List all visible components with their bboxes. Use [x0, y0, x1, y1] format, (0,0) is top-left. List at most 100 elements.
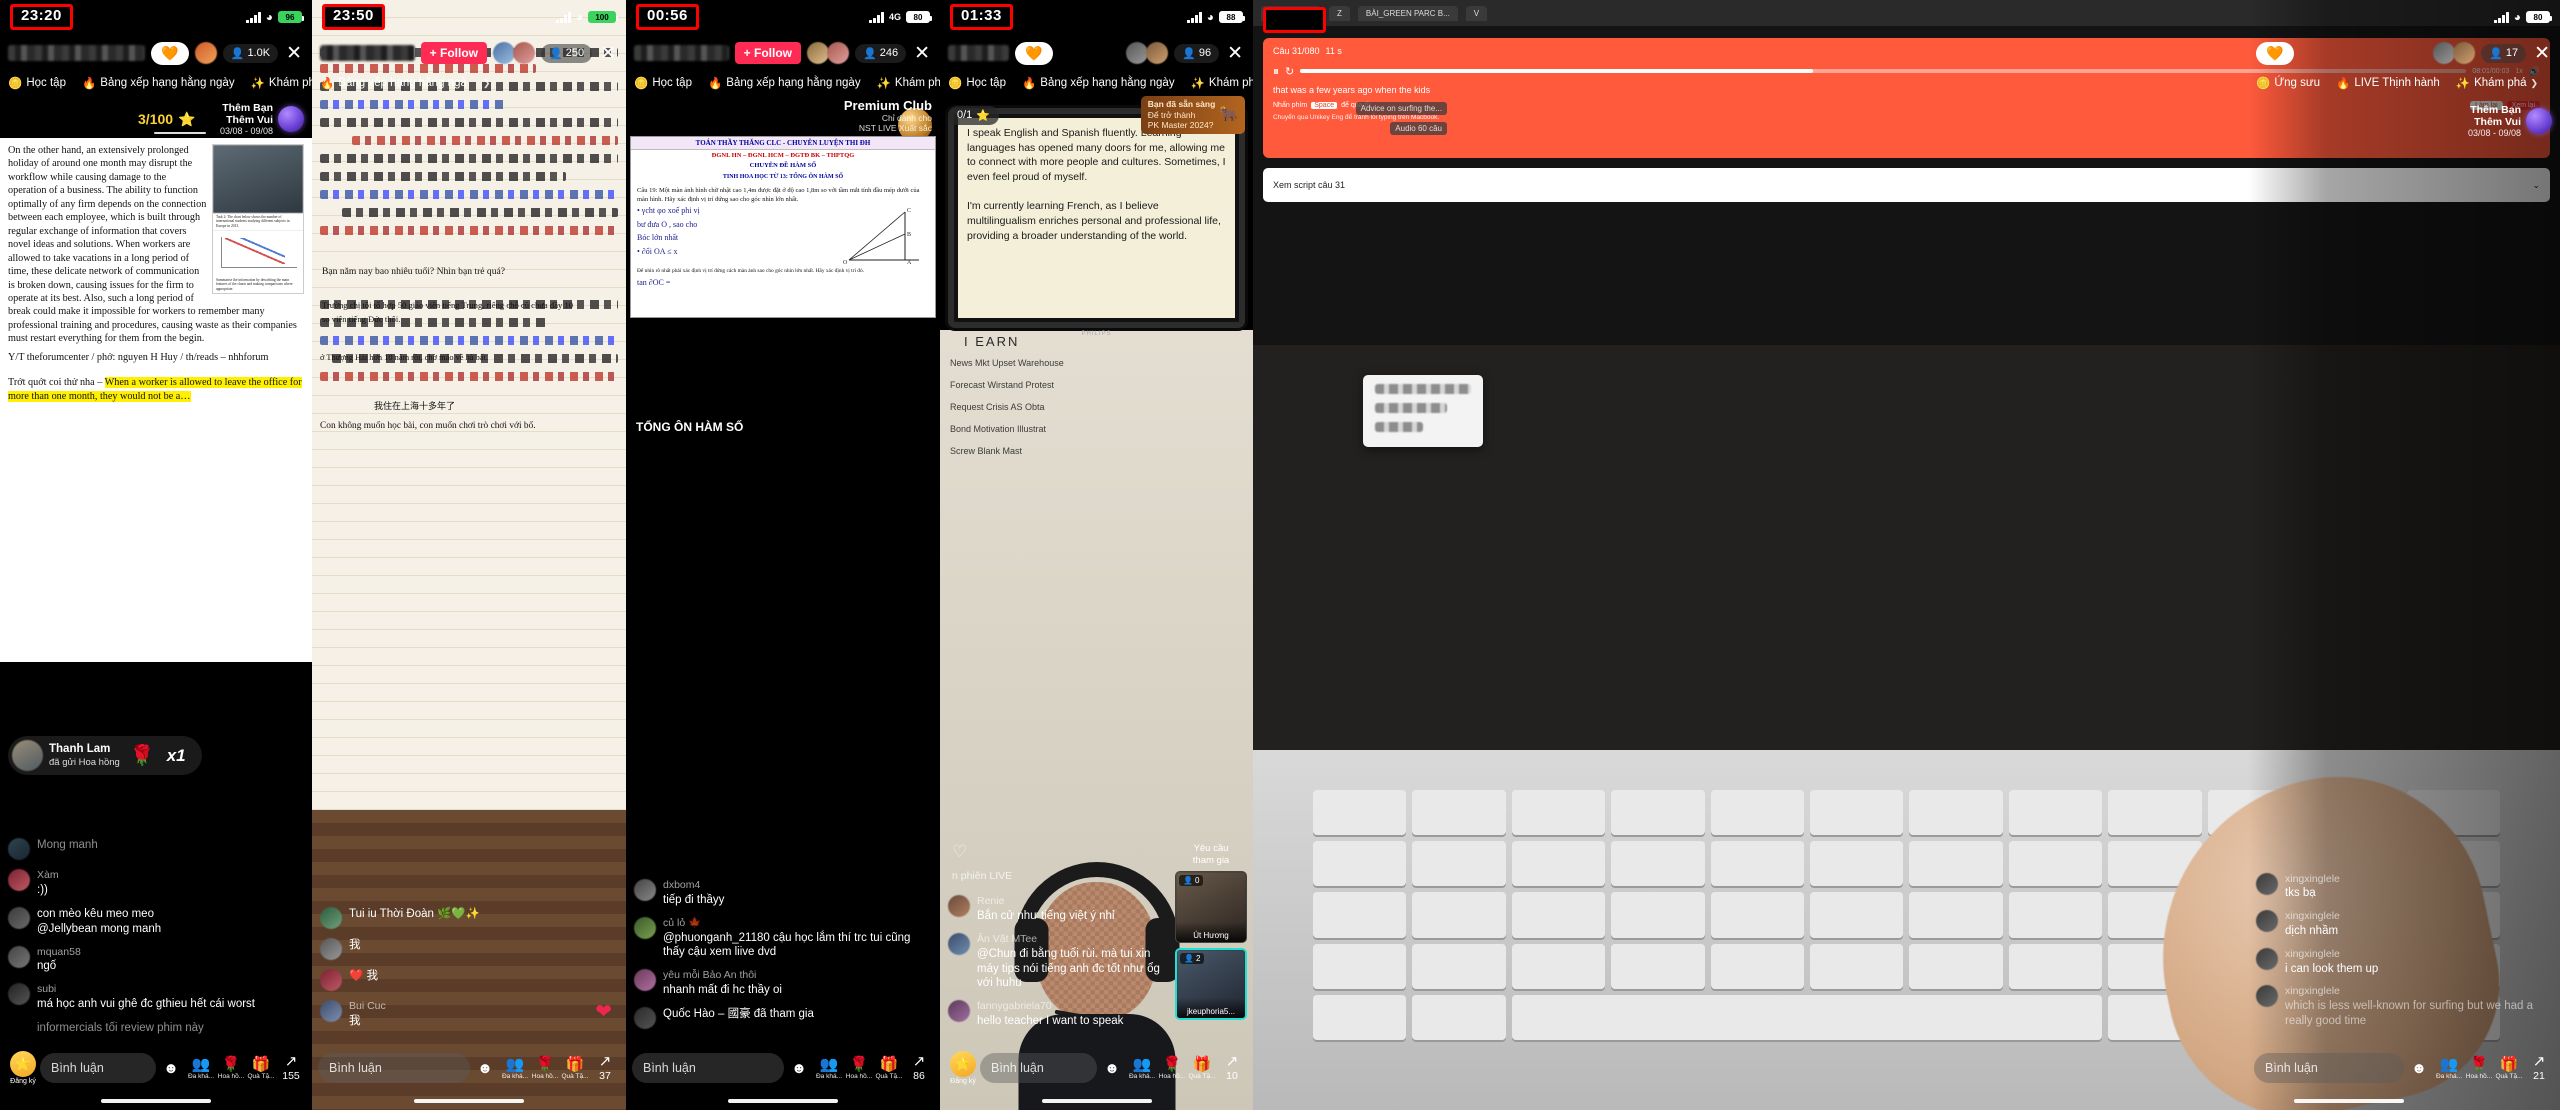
tag-ranking-4[interactable]: 🔥 Bảng xếp hạng hằng ngày	[1022, 76, 1175, 90]
task-progress-1[interactable]: 3/100 ⭐	[138, 111, 206, 134]
home-indicator	[414, 1099, 524, 1103]
viewer-avatar[interactable]	[513, 42, 536, 64]
viewer-avatar[interactable]	[2433, 42, 2456, 64]
gift-icon[interactable]: 🎁 Quà Tặ...	[246, 1057, 276, 1080]
rose-gift-icon[interactable]: 🌹 Hoa hồ...	[216, 1057, 246, 1080]
viewer-count-2[interactable]: 👤 250	[541, 43, 593, 63]
viewer-avatar[interactable]	[1146, 42, 1169, 64]
browser-tab-1[interactable]: Z	[1329, 5, 1350, 21]
smiley-icon[interactable]: ☻	[2404, 1061, 2434, 1076]
gift-icon[interactable]: 🎁 Quà Tặ...	[1187, 1057, 1217, 1080]
tag-explore-4[interactable]: ✨Khám phá❯	[1191, 76, 1253, 90]
premium-line2: NST LIVE Xuất sắc	[858, 123, 932, 133]
task-row-1: 3/100 ⭐ Thêm Bạn Thêm Vui 03/08 - 09/08	[0, 98, 312, 140]
comment-input-1[interactable]: Bình luận	[40, 1053, 156, 1083]
viewer-avatar[interactable]	[194, 42, 217, 64]
share-icon[interactable]: ↗ 155	[276, 1054, 306, 1082]
gift-icon[interactable]: 🎁 Quà Tặ...	[874, 1057, 904, 1080]
comment-input-5[interactable]: Bình luận	[2254, 1053, 2404, 1083]
viewer-avatar[interactable]	[2453, 42, 2476, 64]
event-badge-5[interactable]: Thêm Bạn Thêm Vui 03/08 - 09/08	[2468, 104, 2552, 138]
follow-button-2[interactable]: + Follow	[420, 42, 488, 64]
viewer-count-1[interactable]: 👤 1.0K	[222, 43, 279, 63]
viewer-count-4[interactable]: 👤 96	[1174, 43, 1220, 63]
close-icon[interactable]: ✕	[912, 44, 932, 63]
pk-progress-pill[interactable]: 0/1 ⭐	[948, 105, 999, 125]
rose-gift-icon[interactable]: 🌹 Hoa hồ...	[530, 1057, 560, 1080]
follow-heart-button[interactable]: 🧡	[150, 41, 189, 65]
smiley-icon[interactable]: ☻	[470, 1061, 500, 1076]
comment-input-4[interactable]: Bình luận	[980, 1053, 1097, 1083]
share-icon[interactable]: ↗ 21	[2524, 1054, 2554, 1082]
viewers-icon[interactable]: 👥 Đa khá...	[814, 1057, 844, 1080]
rose-gift-icon[interactable]: 🌹 Hoa hồ...	[1157, 1057, 1187, 1080]
viewer-avatar[interactable]	[1126, 42, 1149, 64]
share-icon[interactable]: ↗ 10	[1217, 1054, 1247, 1082]
tag-explore-1[interactable]: ✨Khám phá❯	[251, 76, 312, 90]
viewers-icon[interactable]: 👥 Đa khá...	[186, 1057, 216, 1080]
comment-input-3[interactable]: Bình luận	[632, 1053, 784, 1083]
viewer-avatar[interactable]	[827, 42, 850, 64]
subscribe-button-4[interactable]: ⭐ Đăng ký	[946, 1051, 980, 1085]
slide-footer-2: tan ∂OC =	[637, 277, 671, 287]
close-icon[interactable]: ✕	[1225, 44, 1245, 63]
follow-button-3[interactable]: + Follow	[734, 42, 802, 64]
key	[1611, 841, 1705, 887]
pk-master-card[interactable]: Bạn đã sẵn sàng Để trở thành PK Master 2…	[1140, 96, 1245, 134]
seat-card-1[interactable]: 👤 2 jkeuphoria5...	[1175, 948, 1247, 1020]
tag-study-1[interactable]: 🪙 Học tập	[8, 76, 66, 90]
tag-explore-3[interactable]: ✨Khám phá❯	[877, 76, 940, 90]
rose-gift-icon[interactable]: 🌹 Hoa hồ...	[2464, 1057, 2494, 1080]
smiley-icon[interactable]: ☻	[156, 1061, 186, 1076]
smiley-icon[interactable]: ☻	[1097, 1061, 1127, 1076]
key	[1710, 790, 1805, 836]
follow-heart-button[interactable]: 🧡	[1015, 41, 1054, 65]
gift-icon[interactable]: 🎁 Quà Tặ...	[2494, 1057, 2524, 1080]
viewer-count-3[interactable]: 👤 246	[855, 43, 907, 63]
browser-tab-2[interactable]: BÀI_GREEN PARC B...	[1357, 5, 1458, 21]
event-badge-1[interactable]: Thêm Bạn Thêm Vui 03/08 - 09/08	[220, 102, 304, 136]
seat-card-0[interactable]: 👤 0 Út Hương	[1175, 871, 1247, 943]
icon-label: Quà Tặ...	[561, 1072, 589, 1080]
key	[1511, 943, 1606, 989]
tag-ranking-2[interactable]: 🔥 Bảng xếp hạng hằng ngà	[320, 76, 467, 90]
viewer-avatar[interactable]	[807, 42, 830, 64]
viewer-count-5[interactable]: 👤 17	[2481, 43, 2527, 63]
tag-explore-2[interactable]: ❯	[483, 78, 491, 89]
status-bar-1: 23:20 ◕ 96	[0, 0, 312, 34]
share-icon[interactable]: ↗ 37	[590, 1054, 620, 1082]
viewers-icon[interactable]: 👥 Đa khá...	[2434, 1057, 2464, 1080]
rose-gift-icon[interactable]: 🌹 Hoa hồ...	[844, 1057, 874, 1080]
premium-club-badge[interactable]: Premium Club Chỉ dành cho NST LIVE Xuất …	[844, 98, 932, 133]
replay-icon[interactable]: ↻	[1285, 65, 1294, 78]
gift-icon[interactable]: 🎁 Quà Tặ...	[560, 1057, 590, 1080]
gift-notification-1[interactable]: Thanh Lam đã gửi Hoa hồng 🌹 x1	[8, 736, 202, 775]
avatar	[634, 879, 656, 902]
viewer-avatar[interactable]	[493, 42, 516, 64]
list-item: xingxinglele i can look them up	[2256, 947, 2552, 977]
tag-study-3[interactable]: 🪙 Học tập	[634, 76, 692, 90]
subscribe-button-1[interactable]: ⭐ Đăng ký	[6, 1051, 40, 1085]
heart-outline-icon[interactable]: ♡	[952, 842, 967, 862]
close-icon[interactable]: ✕	[598, 44, 618, 63]
viewers-icon[interactable]: 👥 Đa khá...	[500, 1057, 530, 1080]
close-icon[interactable]: ✕	[284, 44, 304, 63]
tag-explore-5[interactable]: ✨ Khám phá ❯	[2456, 76, 2538, 90]
key	[1511, 841, 1606, 887]
browser-tab-3[interactable]: V	[1465, 5, 1488, 21]
smiley-icon[interactable]: ☻	[784, 1061, 814, 1076]
status-bar-2: 23:50 ◕ 100	[312, 0, 626, 34]
viewers-icon[interactable]: 👥 Đa khá...	[1127, 1057, 1157, 1080]
share-icon[interactable]: ↗ 86	[904, 1054, 934, 1082]
pause-icon[interactable]: ⏸	[1273, 64, 1279, 79]
list-item: fannygabriela70 hello teacher I want to s…	[948, 1000, 1161, 1029]
tag-ranking-3[interactable]: 🔥 Bảng xếp hạng hằng ngày	[708, 76, 861, 90]
host-row-5: 🧡 👤 17 ✕	[2248, 34, 2560, 72]
tag-trending-5[interactable]: 🔥 LIVE Thịnh hành	[2336, 76, 2440, 90]
tag-ranking-1[interactable]: 🔥 Bảng xếp hạng hằng ngày	[82, 76, 235, 90]
comment-input-2[interactable]: Bình luận	[318, 1053, 470, 1083]
tag-study-5[interactable]: 🪙 Ứng sưu	[2256, 76, 2320, 90]
follow-heart-button[interactable]: 🧡	[2256, 41, 2294, 65]
close-icon[interactable]: ✕	[2532, 44, 2552, 63]
tag-study-4[interactable]: 🪙 Học tập	[948, 76, 1006, 90]
